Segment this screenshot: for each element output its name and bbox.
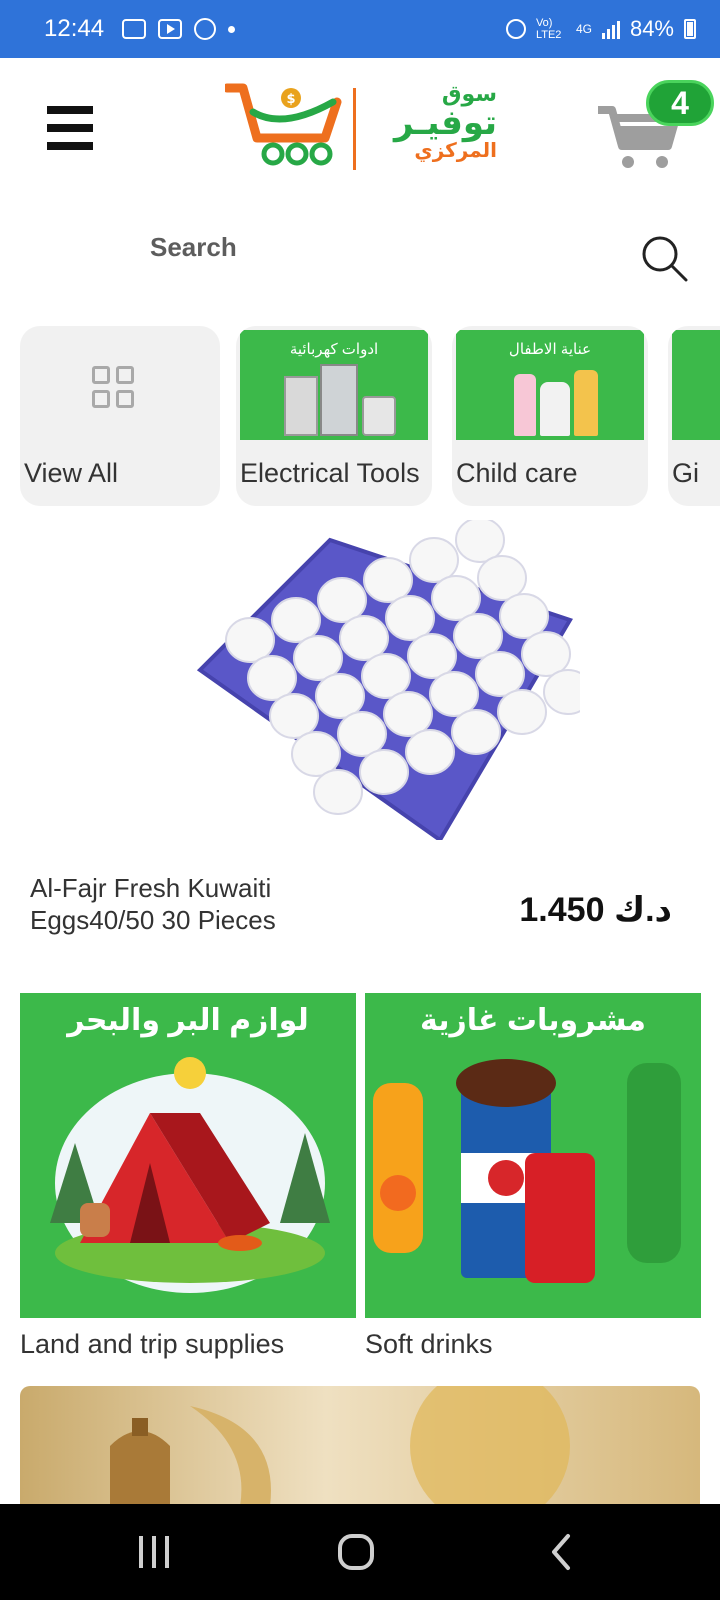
category-electrical-tools[interactable]: ادوات كهربائية Electrical Tools [236,326,432,506]
egg [293,635,343,681]
battery-percent: 84% [629,16,674,41]
menu-icon[interactable] [47,106,93,150]
egg [359,749,409,795]
app-header: $ سوق توفيـر المركزي 4 [0,58,720,198]
category-carousel[interactable]: View All ادوات كهربائية Electrical Tools… [20,326,720,506]
banner-label: Land and trip supplies [20,1329,285,1359]
promo-banner[interactable] [20,1386,700,1506]
gallery-icon [122,19,147,39]
search-icon[interactable] [640,234,688,282]
category-view-all[interactable]: View All [20,326,220,506]
recent-apps-icon[interactable] [136,1532,172,1572]
category-partial[interactable]: Gi [668,326,720,506]
network-label: Vo) LTE2 [535,17,562,41]
home-icon[interactable] [336,1532,376,1572]
egg [429,671,479,717]
logo-text: سوق توفيـر المركزي [357,81,497,163]
tent-illustration [50,1057,330,1293]
status-time: 12:44 [44,15,105,42]
system-nav-bar [0,1504,720,1600]
egg [383,691,433,737]
logo-main-text: توفيـر [394,104,497,142]
egg [271,597,321,643]
egg [405,729,455,775]
category-label: View All [24,458,119,488]
banner-title: مشروبات غازية [420,1004,646,1037]
egg [453,613,503,659]
app-logo[interactable]: $ سوق توفيـر المركزي [225,80,500,172]
cart-logo-icon: $ [225,83,342,166]
egg [475,651,525,697]
egg [225,617,275,663]
egg [339,615,389,661]
svg-text:$: $ [286,92,295,107]
egg [363,557,413,603]
banner-image: مشروبات غازية [365,993,701,1318]
category-child-care[interactable]: عناية الاطفال Child care [452,326,648,506]
egg [291,731,341,777]
egg [269,693,319,739]
logo-sub-text: المركزي [414,140,497,162]
signal-icon [601,19,620,39]
product-image [196,520,580,840]
product-price-value: 1.450 [519,891,605,929]
battery-icon [684,19,696,39]
grid-icon [92,366,134,408]
egg [385,595,435,641]
cart-count-badge[interactable]: 4 [646,80,714,126]
egg [407,633,457,679]
egg-tray [225,520,580,815]
banner-image: لوازم البر والبحر [20,993,356,1318]
egg [409,537,459,583]
egg [521,631,571,677]
category-banners: لوازم البر والبحر Land and trip supplies… [20,993,701,1359]
egg [315,673,365,719]
category-label: Child care [456,458,578,488]
category-label: Electrical Tools [240,458,420,488]
egg [431,575,481,621]
banner-label: Soft drinks [365,1329,493,1359]
egg [361,653,411,699]
banner-land-trip-supplies[interactable]: لوازم البر والبحر Land and trip supplies [20,993,356,1359]
egg [477,555,527,601]
category-image: ادوات كهربائية [240,330,428,440]
featured-product-card[interactable]: Al-Fajr Fresh Kuwaiti Eggs40/50 30 Piece… [0,520,720,950]
egg [337,711,387,757]
egg [497,689,547,735]
alarm-icon [505,19,526,39]
egg [317,577,367,623]
product-name: Al-Fajr Fresh Kuwaiti Eggs40/50 30 Piece… [30,873,276,935]
category-image-text: عناية الاطفال [508,341,592,358]
search-input[interactable] [150,222,560,272]
egg [247,655,297,701]
category-image: عناية الاطفال [456,330,644,440]
product-price: د.ك 1.450 [519,890,672,930]
lantern-illustration [110,1386,570,1506]
category-label: Gi [672,458,699,488]
logo-divider [353,88,356,170]
youtube-icon [158,19,183,39]
banner-soft-drinks[interactable]: مشروبات غازية Soft drinks [365,993,701,1359]
egg [451,709,501,755]
status-bar: 12:44 Vo) LTE2 4G 84% [0,0,720,58]
notification-dot-icon [228,25,236,33]
category-image [672,330,720,440]
signal-label: 4G [575,22,592,36]
back-icon[interactable] [546,1532,576,1572]
search-bar [0,220,720,290]
whatsapp-icon [194,18,217,40]
product-currency: د.ك [613,891,672,929]
category-image-text: ادوات كهربائية [289,341,379,358]
egg [499,593,549,639]
drinks-illustration [373,1059,681,1283]
egg [313,769,363,815]
banner-title: لوازم البر والبحر [67,1004,309,1037]
logo-small-text: سوق [441,81,497,106]
